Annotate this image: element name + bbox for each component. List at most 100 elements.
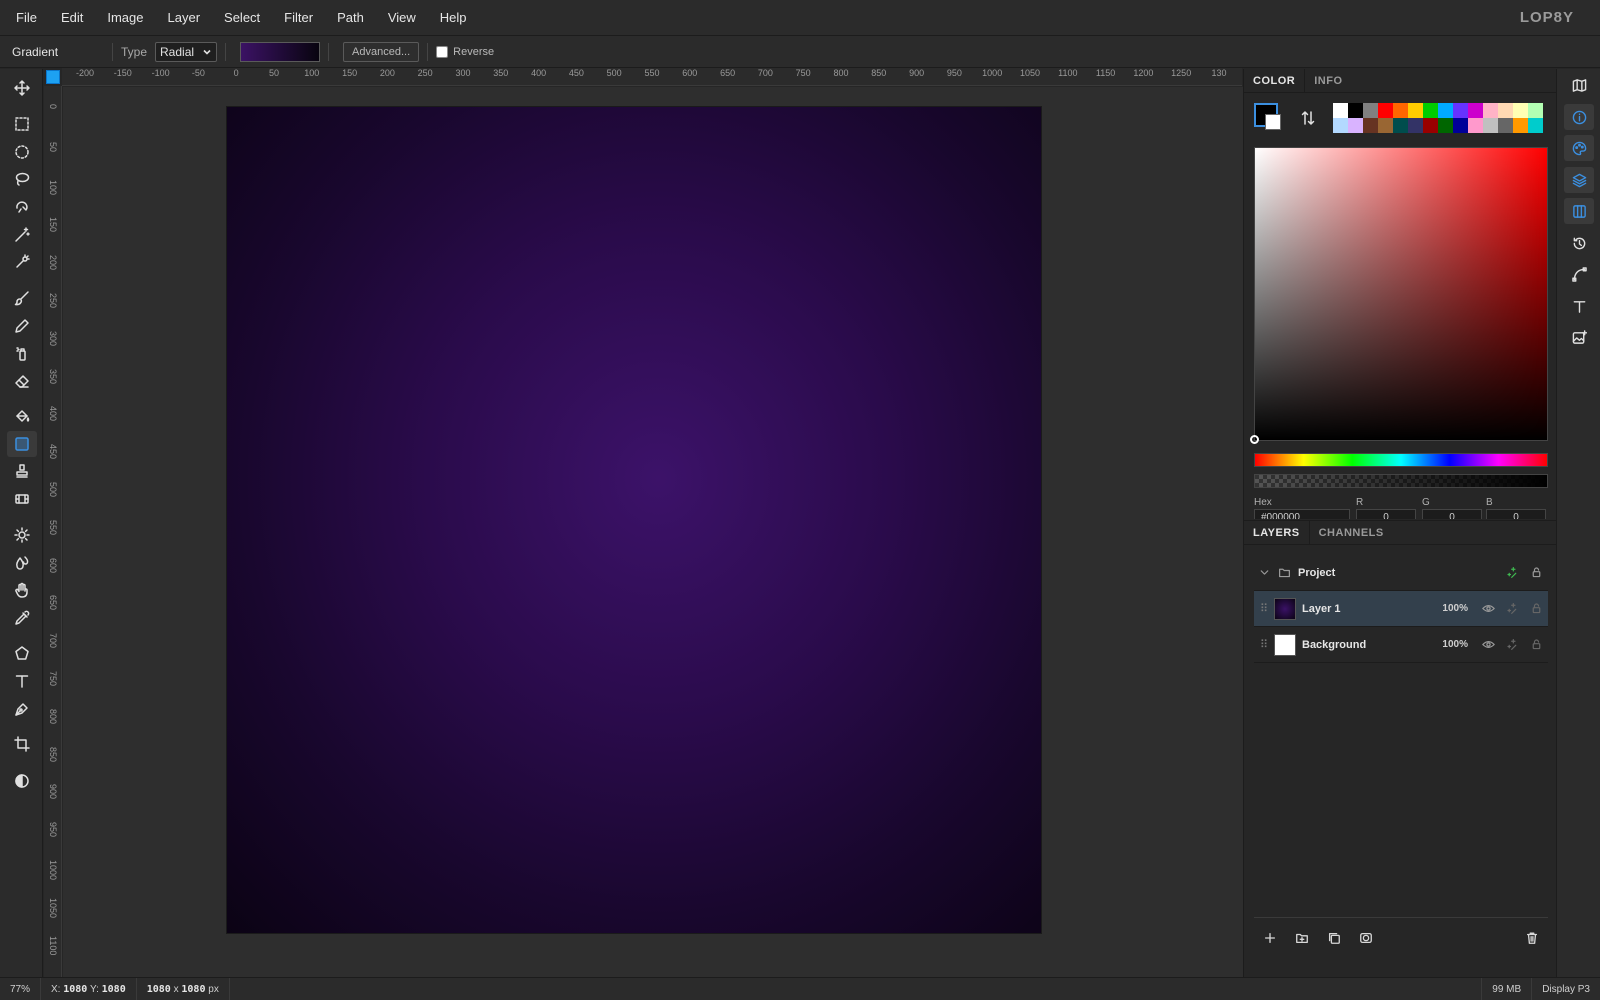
color-swatch[interactable]	[1423, 118, 1438, 133]
info-panel-button[interactable]	[1564, 104, 1594, 130]
pen-tool[interactable]	[7, 696, 37, 722]
fill-tool[interactable]	[7, 403, 37, 429]
blur-tool[interactable]	[7, 550, 37, 576]
navigator-panel-button[interactable]	[1564, 72, 1594, 98]
group-lock[interactable]	[1524, 565, 1548, 581]
layer-visibility[interactable]	[1476, 637, 1500, 653]
text-tool[interactable]	[7, 668, 37, 694]
gradient-tool[interactable]	[7, 431, 37, 457]
color-profile[interactable]: Display P3	[1531, 977, 1600, 1000]
color-picker-handle[interactable]	[1250, 435, 1259, 444]
reverse-checkbox[interactable]	[436, 45, 449, 58]
layers-panel-button[interactable]	[1564, 167, 1594, 193]
gradient-type-select[interactable]: Radial	[155, 41, 218, 62]
crop-tool[interactable]	[7, 731, 37, 757]
tab-layers[interactable]: LAYERS	[1244, 521, 1310, 544]
color-swatch[interactable]	[1348, 103, 1363, 118]
color-swatch[interactable]	[1423, 103, 1438, 118]
menu-select[interactable]: Select	[212, 0, 272, 36]
character-panel-button[interactable]	[1564, 293, 1594, 319]
group-toggle[interactable]	[1254, 565, 1274, 581]
ruler-corner[interactable]	[46, 70, 60, 84]
brush-tool[interactable]	[7, 285, 37, 311]
color-swatch[interactable]	[1363, 118, 1378, 133]
spray-tool[interactable]	[7, 340, 37, 366]
tab-channels[interactable]: CHANNELS	[1310, 521, 1393, 544]
history-panel-button[interactable]	[1564, 230, 1594, 256]
color-swatch[interactable]	[1528, 103, 1543, 118]
color-swatch[interactable]	[1468, 118, 1483, 133]
alpha-slider[interactable]	[1254, 474, 1548, 488]
color-swatch[interactable]	[1393, 118, 1408, 133]
menu-filter[interactable]: Filter	[272, 0, 325, 36]
color-panel-button[interactable]	[1564, 135, 1594, 161]
menu-image[interactable]: Image	[95, 0, 155, 36]
b-input[interactable]: 0	[1486, 509, 1546, 519]
duplicate-layer-button[interactable]	[1318, 924, 1350, 952]
tab-info[interactable]: INFO	[1305, 69, 1351, 92]
channels-panel-button[interactable]	[1564, 198, 1594, 224]
image-panel-button[interactable]	[1564, 324, 1594, 350]
layer-visibility[interactable]	[1476, 601, 1500, 617]
group-effects[interactable]	[1500, 565, 1524, 581]
add-mask-button[interactable]	[1350, 924, 1382, 952]
layer-effects[interactable]	[1500, 637, 1524, 653]
color-swatch[interactable]	[1363, 103, 1378, 118]
background-color-swatch[interactable]	[1265, 114, 1281, 130]
swap-colors-icon[interactable]	[1299, 109, 1317, 127]
menu-layer[interactable]: Layer	[156, 0, 213, 36]
layer-row[interactable]: ⠿ Background 100%	[1254, 627, 1548, 663]
add-group-button[interactable]	[1286, 924, 1318, 952]
layer-opacity[interactable]: 100%	[1434, 639, 1468, 650]
dodge-tool[interactable]	[7, 522, 37, 548]
pencil-tool[interactable]	[7, 313, 37, 339]
color-swatch[interactable]	[1393, 103, 1408, 118]
layer-effects[interactable]	[1500, 601, 1524, 617]
magnetic-lasso-tool[interactable]	[7, 194, 37, 220]
color-swatch[interactable]	[1468, 103, 1483, 118]
color-swatch[interactable]	[1408, 118, 1423, 133]
hex-input[interactable]: #000000	[1254, 509, 1350, 519]
drag-handle-icon[interactable]: ⠿	[1254, 638, 1274, 651]
color-swatch[interactable]	[1513, 103, 1528, 118]
color-swatch[interactable]	[1333, 118, 1348, 133]
eraser-tool[interactable]	[7, 368, 37, 394]
add-layer-button[interactable]	[1254, 924, 1286, 952]
layer-opacity[interactable]: 100%	[1434, 603, 1468, 614]
stamp-tool[interactable]	[7, 458, 37, 484]
smudge-tool[interactable]	[7, 577, 37, 603]
gradient-preview-swatch[interactable]	[240, 41, 321, 62]
adjust-tool[interactable]	[7, 768, 37, 794]
document-canvas[interactable]	[227, 107, 1041, 933]
color-swatch[interactable]	[1438, 118, 1453, 133]
rect-select-tool[interactable]	[7, 111, 37, 137]
hue-slider[interactable]	[1254, 453, 1548, 467]
menu-path[interactable]: Path	[325, 0, 376, 36]
color-swatch[interactable]	[1438, 103, 1453, 118]
color-swatch[interactable]	[1498, 118, 1513, 133]
color-swatch[interactable]	[1513, 118, 1528, 133]
quick-select-tool[interactable]	[7, 249, 37, 275]
color-swatch[interactable]	[1378, 103, 1393, 118]
eyedropper-tool[interactable]	[7, 605, 37, 631]
color-swatch[interactable]	[1453, 103, 1468, 118]
menu-help[interactable]: Help	[428, 0, 479, 36]
color-swatch[interactable]	[1408, 103, 1423, 118]
magic-wand-tool[interactable]	[7, 222, 37, 248]
saturation-value-picker[interactable]	[1254, 147, 1548, 441]
lasso-tool[interactable]	[7, 166, 37, 192]
color-swatch[interactable]	[1348, 118, 1363, 133]
drag-handle-icon[interactable]: ⠿	[1254, 602, 1274, 615]
layer-row[interactable]: ⠿ Layer 1 100%	[1254, 591, 1548, 627]
color-swatch[interactable]	[1333, 103, 1348, 118]
color-swatch[interactable]	[1483, 118, 1498, 133]
r-input[interactable]: 0	[1356, 509, 1416, 519]
advanced-button[interactable]: Advanced...	[343, 41, 420, 62]
shape-tool[interactable]	[7, 640, 37, 666]
menu-view[interactable]: View	[376, 0, 428, 36]
menu-file[interactable]: File	[0, 0, 49, 36]
canvas-workspace[interactable]	[63, 87, 1243, 977]
color-swatch[interactable]	[1528, 118, 1543, 133]
patch-tool[interactable]	[7, 486, 37, 512]
menu-edit[interactable]: Edit	[49, 0, 95, 36]
